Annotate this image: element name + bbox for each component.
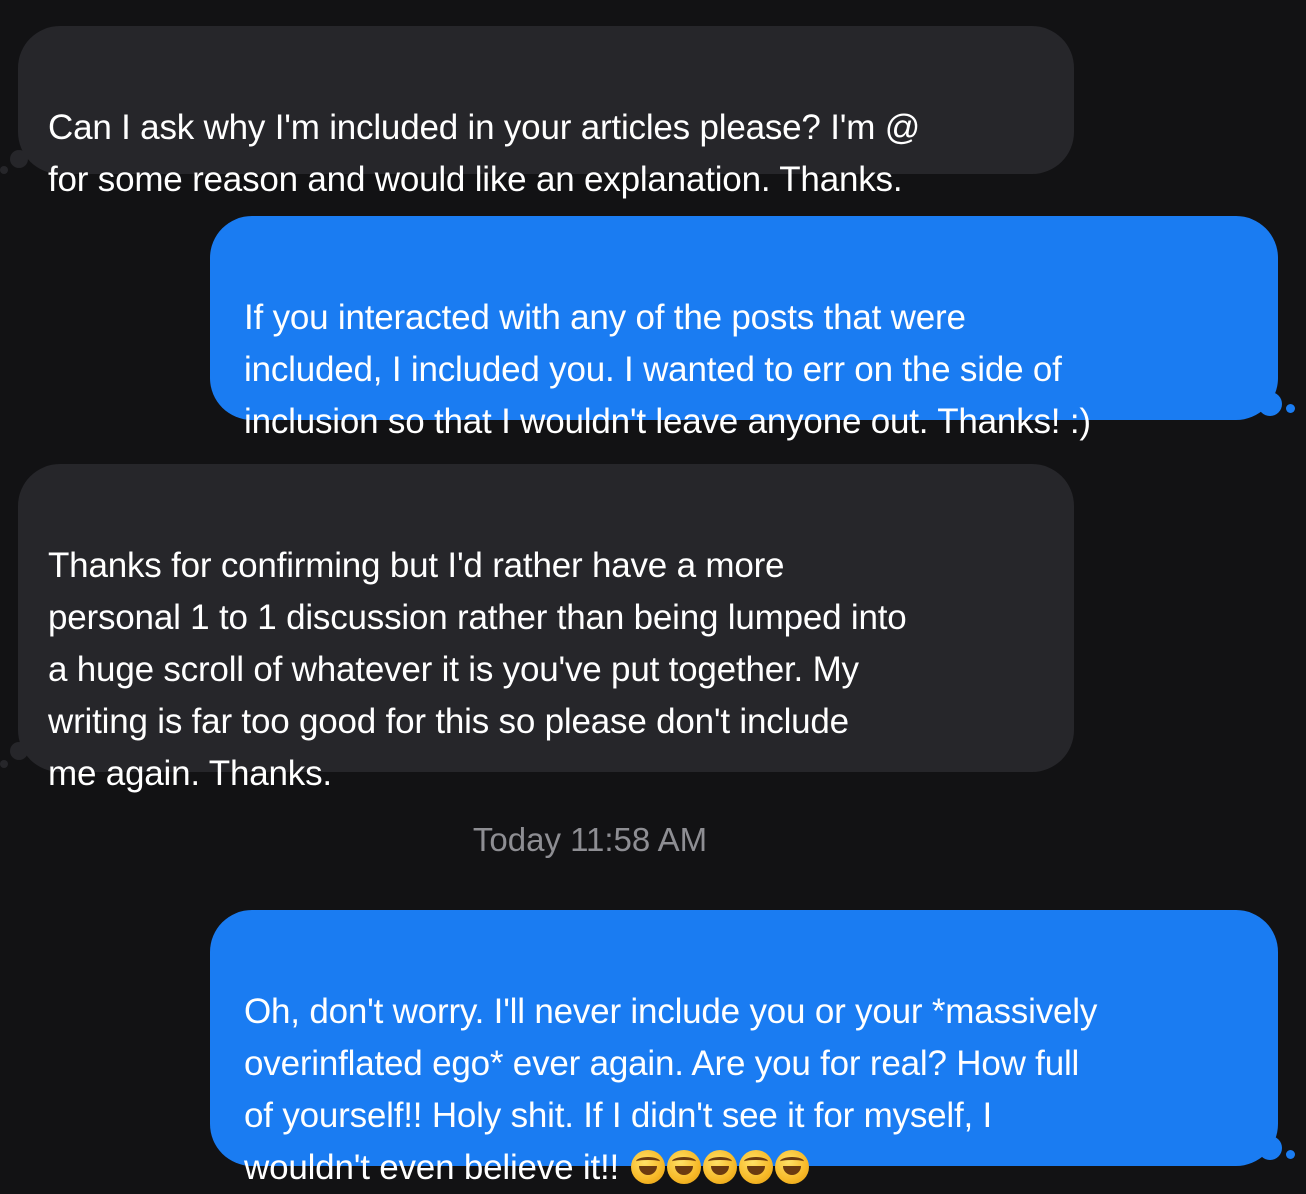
bubble-tail-dot <box>0 760 8 768</box>
message-timestamp: Today 11:58 AM <box>472 821 708 858</box>
bubble-tail <box>1258 392 1282 416</box>
rolling-on-floor-laughing-emoji-icon <box>738 1150 773 1184</box>
emoji-group <box>629 1148 809 1187</box>
rolling-on-floor-laughing-emoji-icon <box>774 1150 809 1184</box>
rolling-on-floor-laughing-emoji-icon <box>666 1150 701 1184</box>
outgoing-message-bubble[interactable]: Oh, don't worry. I'll never include you … <box>210 910 1278 1187</box>
bubble-tail-dot <box>1286 1150 1295 1159</box>
bubble-tail-dot <box>1286 404 1295 413</box>
bubble-tail-dot <box>0 166 8 174</box>
incoming-message-bubble[interactable]: Can I ask why I'm included in your artic… <box>18 26 1074 199</box>
rolling-on-floor-laughing-emoji-icon <box>630 1150 665 1184</box>
outgoing-message-bubble[interactable]: If you interacted with any of the posts … <box>210 216 1278 441</box>
message-text: Thanks for confirming but I'd rather hav… <box>48 546 907 793</box>
rolling-on-floor-laughing-emoji-icon <box>702 1150 737 1184</box>
bubble-tail <box>10 742 28 760</box>
incoming-message-bubble[interactable]: Thanks for confirming but I'd rather hav… <box>18 464 1074 793</box>
bubble-tail <box>10 150 28 168</box>
message-text: If you interacted with any of the posts … <box>244 298 1091 441</box>
message-text: Can I ask why I'm included in your artic… <box>48 108 921 199</box>
message-thread: Can I ask why I'm included in your artic… <box>0 0 1306 1194</box>
bubble-tail <box>1258 1136 1282 1160</box>
